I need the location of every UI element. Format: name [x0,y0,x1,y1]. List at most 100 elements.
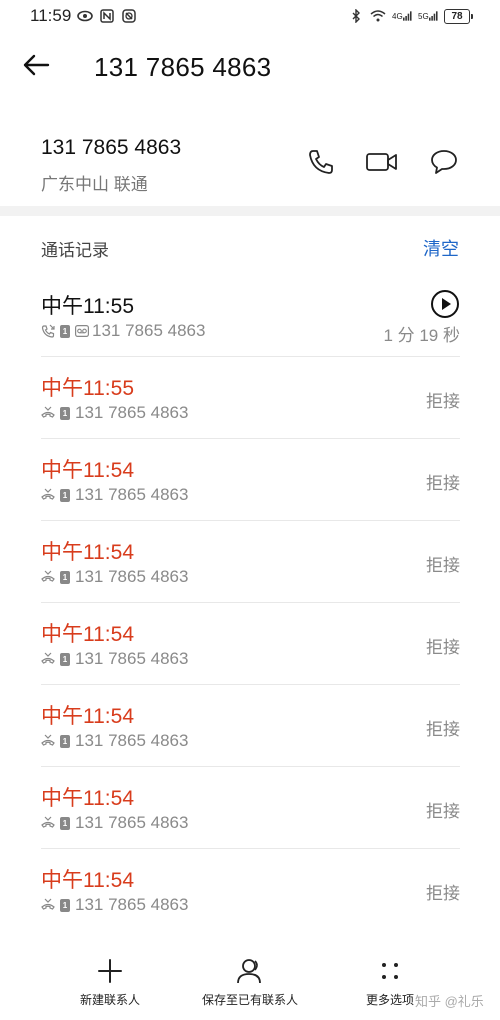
sim-card-icon: 1 [60,898,70,912]
call-number: 131 7865 4863 [75,403,189,422]
bottom-action-bar: 新建联系人 保存至已有联系人 更多选项 [0,955,500,1020]
signal-label-2: 5G [418,11,429,21]
call-time: 中午11:54 [41,623,134,646]
call-number: 131 7865 4863 [75,731,189,750]
call-status: 拒接 [426,638,460,657]
call-log-item[interactable]: 中午11:55 1 131 7865 4863 拒接 [41,357,460,439]
call-number: 131 7865 4863 [75,567,189,586]
call-detail: 1 131 7865 4863 [41,485,188,505]
signal-icon-2: 5G [418,8,438,24]
contact-number: 131 7865 4863 [41,136,182,159]
call-status: 拒接 [426,720,460,739]
call-detail: 1 131 7865 4863 [41,649,188,669]
call-time: 中午11:55 [41,295,134,318]
call-detail: 1 131 7865 4863 [41,813,188,833]
call-time: 中午11:54 [41,787,134,810]
video-call-button[interactable] [362,144,402,184]
call-forward-icon [41,324,55,338]
call-detail: 1 131 7865 4863 [41,567,188,587]
call-status: 拒接 [426,802,460,821]
call-status: 拒接 [426,556,460,575]
alarm-icon [121,8,137,24]
clear-button[interactable]: 清空 [423,235,459,261]
back-button[interactable] [20,44,52,90]
header: 131 7865 4863 [0,44,500,90]
signal-icon-1: 4G [392,8,412,24]
call-duration: 1 分 19 秒 [383,326,460,345]
call-button[interactable] [301,144,341,184]
person-icon [235,955,265,987]
sim-card-icon: 1 [60,570,70,584]
call-log-item[interactable]: 中午11:54 1 131 7865 4863 拒接 [41,685,460,767]
rejected-call-icon [41,898,55,912]
save-to-contact-button[interactable]: 保存至已有联系人 [195,955,305,1008]
call-log-list: 中午11:55 1 131 7865 4863 1 分 19 秒 中午11:55… [41,275,460,931]
call-log-item[interactable]: 中午11:54 1 131 7865 4863 拒接 [41,603,460,685]
nfc-icon [99,8,115,24]
call-number: 131 7865 4863 [75,895,189,914]
more-options-label: 更多选项 [365,993,414,1007]
page-title: 131 7865 4863 [94,51,272,82]
status-bar: 11:59 4G 5G 78 [0,0,500,32]
contact-card: 131 7865 4863 广东中山 联通 [0,130,500,206]
save-to-contact-label: 保存至已有联系人 [201,993,298,1007]
sim-card-icon: 1 [60,734,70,748]
call-log-item[interactable]: 中午11:55 1 131 7865 4863 1 分 19 秒 [41,275,460,357]
section-title: 通话记录 [41,241,109,260]
watermark: 知乎 @礼乐 [415,994,484,1009]
call-time: 中午11:54 [41,869,134,892]
call-number: 131 7865 4863 [75,813,189,832]
call-log-item[interactable]: 中午11:54 1 131 7865 4863 拒接 [41,439,460,521]
sim-card-icon: 1 [60,652,70,666]
call-detail: 1 131 7865 4863 [41,731,188,751]
status-time: 11:59 [30,6,72,25]
call-time: 中午11:54 [41,459,134,482]
plus-icon [95,955,125,987]
status-left: 11:59 [30,6,137,26]
rejected-call-icon [41,488,55,502]
sim-card-icon: 1 [60,488,70,502]
voicemail-icon [75,324,89,338]
sim-card-icon: 1 [60,816,70,830]
call-number: 131 7865 4863 [75,485,189,504]
rejected-call-icon [41,734,55,748]
eye-icon [77,8,94,24]
wifi-icon [370,8,386,24]
status-right: 4G 5G 78 [348,8,473,24]
bluetooth-icon [348,8,364,24]
call-log-item[interactable]: 中午11:54 1 131 7865 4863 拒接 [41,521,460,603]
call-time: 中午11:54 [41,541,134,564]
message-bubble-icon [429,148,459,181]
new-contact-button[interactable]: 新建联系人 [70,955,150,1008]
more-dots-icon [375,955,405,987]
message-button[interactable] [424,144,464,184]
sim-card-icon: 1 [60,324,70,338]
call-detail: 1 131 7865 4863 [41,321,205,341]
sim-card-icon: 1 [60,406,70,420]
call-log-item[interactable]: 中午11:54 1 131 7865 4863 拒接 [41,767,460,849]
call-detail: 1 131 7865 4863 [41,895,188,915]
battery-icon: 78 [444,8,473,24]
rejected-call-icon [41,652,55,666]
video-camera-icon [365,150,399,179]
call-status: 拒接 [426,392,460,411]
call-number: 131 7865 4863 [75,649,189,668]
call-log-item[interactable]: 中午11:54 1 131 7865 4863 拒接 [41,849,460,931]
phone-icon [307,148,335,181]
call-time: 中午11:55 [41,377,134,400]
call-time: 中午11:54 [41,705,134,728]
call-log-header: 通话记录 清空 [0,232,500,262]
call-status: 拒接 [426,884,460,903]
contact-location: 广东中山 联通 [41,175,148,194]
rejected-call-icon [41,406,55,420]
call-number: 131 7865 4863 [92,321,206,340]
section-divider [0,206,500,216]
play-recording-button[interactable] [430,289,460,319]
new-contact-label: 新建联系人 [79,993,140,1007]
back-arrow-icon [22,53,50,82]
rejected-call-icon [41,570,55,584]
rejected-call-icon [41,816,55,830]
call-status: 拒接 [426,474,460,493]
signal-label-1: 4G [392,11,403,21]
call-detail: 1 131 7865 4863 [41,403,188,423]
